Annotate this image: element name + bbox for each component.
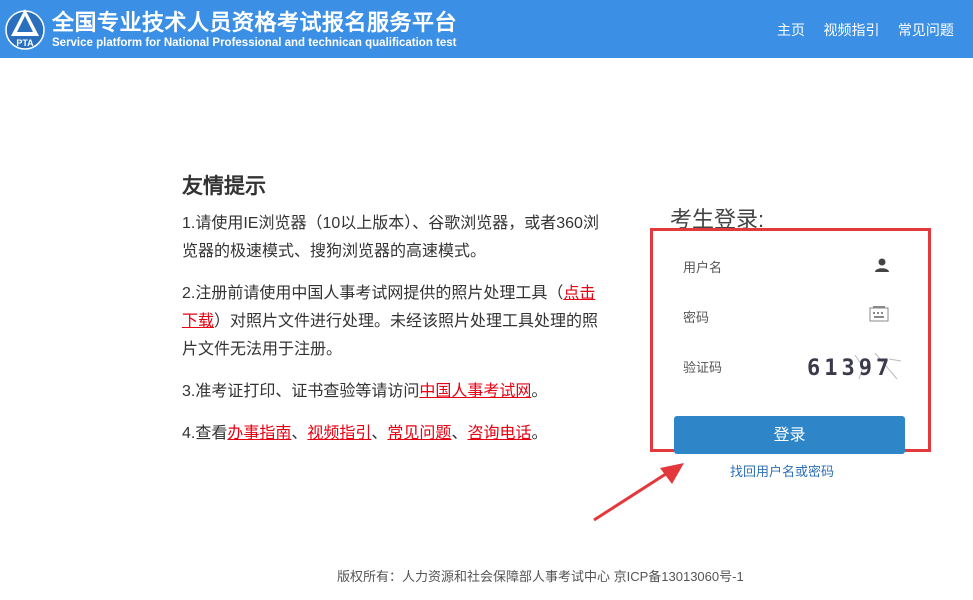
tip-photo-text-a: 2.注册前请使用中国人事考试网提供的照片处理工具（ xyxy=(182,285,564,302)
sep: 、 xyxy=(291,425,308,442)
tip-browser: 1.请使用IE浏览器（10以上版本）、谷歌浏览器，或者360浏览器的极速模式、搜… xyxy=(182,215,599,260)
faq-link[interactable]: 常见问题 xyxy=(387,425,451,442)
pta-logo-icon: PTA xyxy=(5,9,45,50)
site-subtitle: Service platform for National Profession… xyxy=(52,37,457,49)
sep: 、 xyxy=(451,425,468,442)
tips-section: 友情提示 1.请使用IE浏览器（10以上版本）、谷歌浏览器，或者360浏览器的极… xyxy=(182,170,602,462)
password-field[interactable]: 密码 xyxy=(683,307,709,326)
tip-view-text: 4.查看 xyxy=(182,425,228,442)
tip-admission-text-b: 。 xyxy=(531,383,548,400)
password-label: 密码 xyxy=(683,310,710,325)
username-label: 用户名 xyxy=(683,260,723,275)
tip-admission: 3.准考证打印、证书查验等请访问中国人事考试网。 xyxy=(182,378,602,406)
captcha-label: 验证码 xyxy=(683,360,723,375)
logo-text: PTA xyxy=(16,38,34,48)
tip-photo: 2.注册前请使用中国人事考试网提供的照片处理工具（点击下载）对照片文件进行处理。… xyxy=(182,280,602,364)
cpta-link[interactable]: 中国人事考试网 xyxy=(419,383,531,400)
username-field[interactable]: 用户名 xyxy=(683,257,722,276)
sep: 、 xyxy=(371,425,388,442)
site-title: 全国专业技术人员资格考试报名服务平台 xyxy=(52,10,458,35)
video-guide-link[interactable]: 视频指引 xyxy=(307,425,371,442)
login-button[interactable]: 登录 xyxy=(674,416,905,454)
annotation-arrow-icon xyxy=(593,463,684,522)
tip-photo-text-b: ）对照片文件进行处理。未经该照片处理工具处理的照片文件无法用于注册。 xyxy=(182,313,599,358)
top-nav: 主页 视频指引 常见问题 咨 xyxy=(777,20,973,40)
tip-view-end: 。 xyxy=(531,425,548,442)
guide-link[interactable]: 办事指南 xyxy=(227,425,291,442)
tip-admission-text-a: 3.准考证打印、证书查验等请访问 xyxy=(182,383,420,400)
captcha-text: 61397 xyxy=(807,356,893,381)
nav-faq[interactable]: 常见问题 xyxy=(898,22,954,38)
captcha-image[interactable]: 61397 xyxy=(805,349,905,385)
tips-title: 友情提示 xyxy=(182,175,266,198)
nav-home[interactable]: 主页 xyxy=(777,22,805,38)
top-header: PTA 全国专业技术人员资格考试报名服务平台 Service platform … xyxy=(0,0,973,58)
nav-video-guide[interactable]: 视频指引 xyxy=(823,22,879,38)
user-icon xyxy=(875,258,889,272)
keyboard-icon xyxy=(869,306,889,322)
consult-phone-link[interactable]: 咨询电话 xyxy=(467,425,531,442)
forgot-credentials-link[interactable]: 找回用户名或密码 xyxy=(730,461,834,480)
tip-view: 4.查看办事指南、视频指引、常见问题、咨询电话。 xyxy=(182,420,602,448)
captcha-field[interactable]: 验证码 xyxy=(683,357,722,376)
copyright-footer: 版权所有：人力资源和社会保障部人事考试中心 京ICP备13013060号-1 xyxy=(337,569,744,584)
